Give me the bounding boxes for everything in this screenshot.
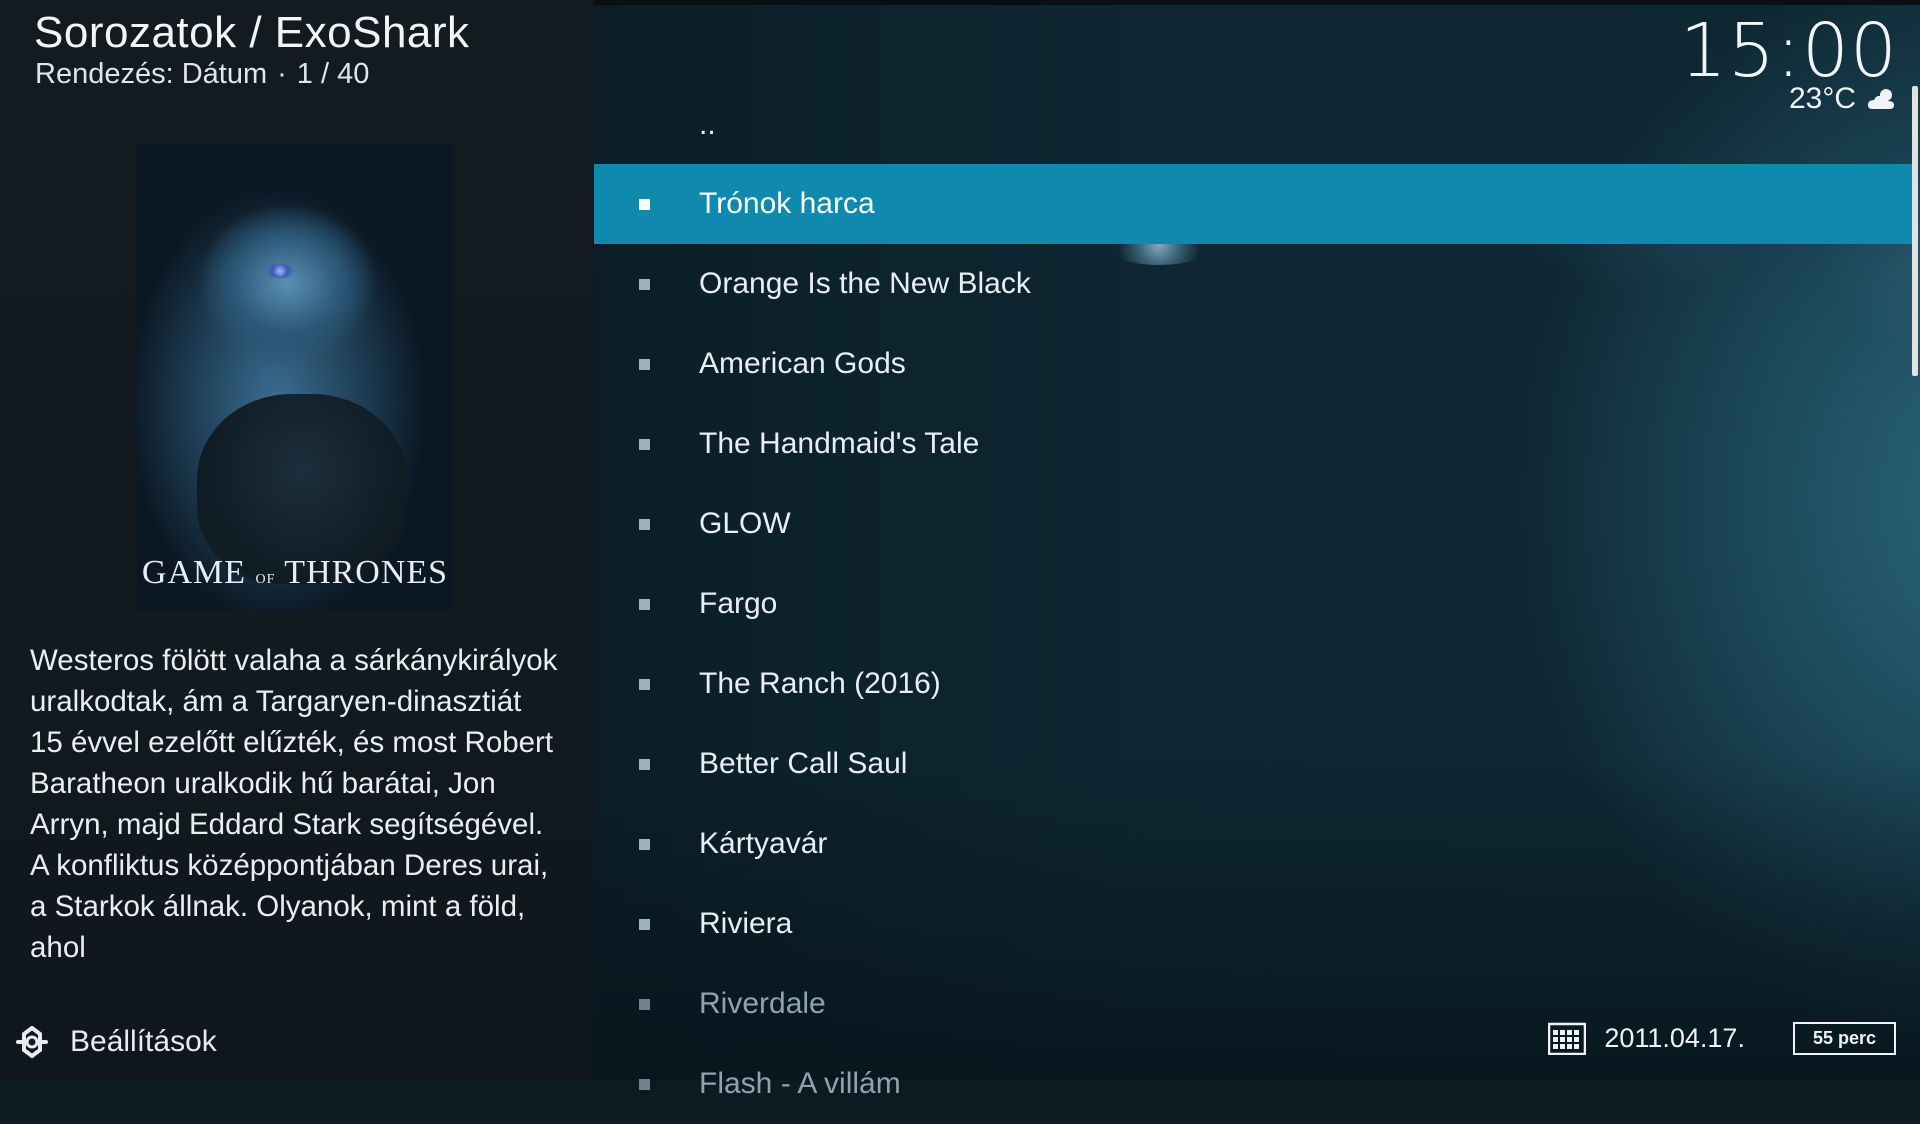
- list-bullet: [639, 918, 650, 930]
- list-item[interactable]: Riviera: [594, 884, 1914, 964]
- list-item-label: Flash - A villám: [699, 1067, 901, 1100]
- list-item-label: Fargo: [699, 587, 778, 620]
- list-bullet: [639, 838, 650, 850]
- list-item[interactable]: Orange Is the New Black: [594, 244, 1914, 324]
- list-item-selected[interactable]: Trónok harca: [594, 164, 1914, 244]
- poster-image: GAME OF THRONES: [137, 144, 453, 611]
- list-item[interactable]: Better Call Saul: [594, 724, 1914, 804]
- sort-separator: ·: [277, 58, 287, 90]
- list-bullet: [639, 278, 650, 290]
- list-bullet: [639, 518, 650, 530]
- poster-eye: [267, 264, 293, 278]
- list-item[interactable]: GLOW: [594, 484, 1914, 564]
- list-item-label: Orange Is the New Black: [699, 267, 1031, 300]
- top-strip: [594, 0, 1920, 5]
- temperature: 23°C: [1788, 82, 1856, 115]
- tvshow-list[interactable]: .. Trónok harca Orange Is the New Black Am…: [594, 100, 1914, 1124]
- poster-logo-word-1: GAME: [141, 554, 246, 591]
- list-bullet: [639, 438, 650, 450]
- runtime-badge: 55 perc: [1792, 1021, 1896, 1055]
- list-bullet: [639, 998, 650, 1010]
- list-item-label: Kártyavár: [699, 827, 828, 860]
- weather-widget: 23°C: [1789, 82, 1898, 116]
- list-item[interactable]: American Gods: [594, 324, 1914, 404]
- list-item-label: American Gods: [699, 347, 906, 380]
- poster-logo-word-2: OF: [255, 572, 276, 587]
- list-item[interactable]: The Handmaid's Tale: [594, 404, 1914, 484]
- list-bullet: [639, 598, 650, 610]
- list-bullet: [639, 678, 650, 690]
- list-bullet: [639, 358, 650, 370]
- poster-logo-word-3: THRONES: [284, 554, 449, 591]
- page-title: Sorozatok / ExoShark: [34, 8, 470, 57]
- list-item-label: Riverdale: [699, 987, 826, 1020]
- list-item-label: The Ranch (2016): [699, 667, 941, 700]
- partly-cloudy-icon: [1868, 89, 1894, 109]
- item-position: 1 / 40: [296, 58, 370, 90]
- gear-icon: [16, 1026, 48, 1058]
- list-item[interactable]: The Ranch (2016): [594, 644, 1914, 724]
- calendar-icon: [1548, 1022, 1587, 1055]
- list-item-label: Riviera: [699, 907, 793, 940]
- list-item-parent[interactable]: ..: [594, 100, 1914, 164]
- scrollbar[interactable]: [1912, 86, 1918, 376]
- list-item[interactable]: Kártyavár: [594, 804, 1914, 884]
- plot-text: Westeros fölött valaha a sárkánykirályok…: [30, 644, 558, 964]
- parent-folder-label: ..: [699, 108, 716, 141]
- aired-date: 2011.04.17.: [1604, 1022, 1745, 1053]
- list-item-label: Better Call Saul: [699, 747, 908, 780]
- settings-button[interactable]: Beállítások: [14, 1022, 217, 1062]
- list-item[interactable]: Fargo: [594, 564, 1914, 644]
- list-bullet: [639, 1078, 650, 1090]
- sort-info[interactable]: Rendezés: Dátum · 1 / 40: [35, 58, 369, 91]
- poster-logo: GAME OF THRONES: [137, 554, 453, 592]
- info-panel: Sorozatok / ExoShark Rendezés: Dátum · 1 /…: [0, 0, 594, 1080]
- list-bullet: [639, 758, 650, 770]
- settings-label: Beállítások: [70, 1025, 217, 1058]
- list-item-label: GLOW: [699, 507, 791, 540]
- list-item-label: Trónok harca: [699, 187, 875, 220]
- list-bullet: [639, 198, 650, 210]
- bottom-info-bar: 2011.04.17. 55 perc: [1548, 1021, 1896, 1055]
- list-item[interactable]: Flash - A villám: [594, 1044, 1914, 1124]
- sort-label: Rendezés: Dátum: [35, 58, 268, 90]
- list-item-label: The Handmaid's Tale: [699, 427, 980, 460]
